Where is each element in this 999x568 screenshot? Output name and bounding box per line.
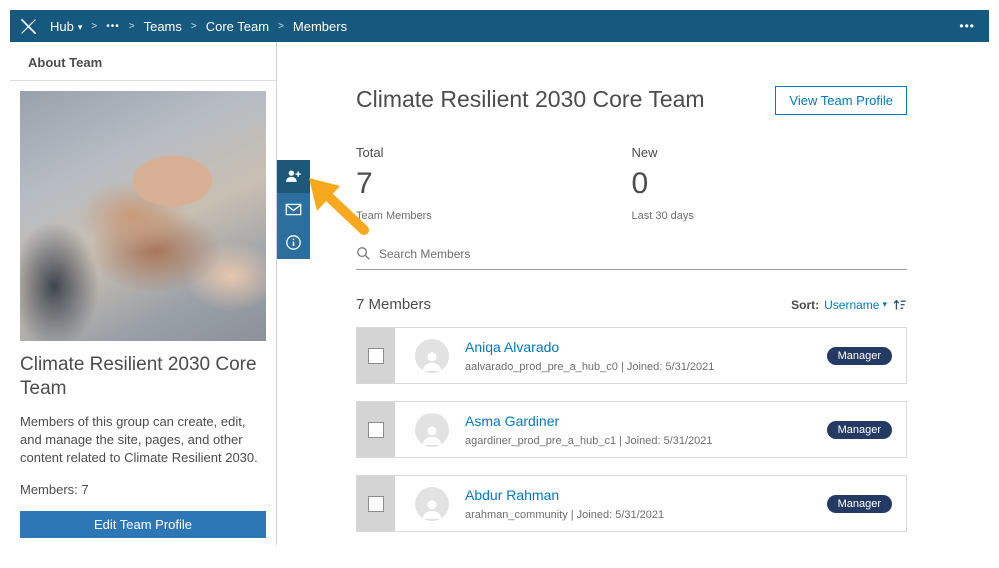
role-badge: Manager xyxy=(826,420,892,439)
x-logo[interactable] xyxy=(20,18,37,35)
breadcrumb-members-current: Members xyxy=(292,18,348,34)
sort-field-dropdown[interactable]: Username ▾ xyxy=(824,298,887,312)
member-list-header: 7 Members Sort: Username ▾ xyxy=(356,296,907,313)
sort-ascending-icon xyxy=(893,299,906,310)
stat-total: Total 7 Team Members xyxy=(356,145,632,222)
breadcrumb-collapsed-ellipsis[interactable]: ••• xyxy=(106,21,120,32)
stat-new-value: 0 xyxy=(631,167,649,200)
stat-new: New 0 Last 30 days xyxy=(632,145,908,222)
sidebar-team-title: Climate Resilient 2030 Core Team xyxy=(20,354,257,399)
search-icon xyxy=(357,247,370,260)
view-team-profile-button[interactable]: View Team Profile xyxy=(775,86,907,115)
overflow-menu-icon[interactable]: ••• xyxy=(959,19,975,33)
sort-field-value: Username xyxy=(824,297,880,312)
x-logo-icon xyxy=(21,18,36,34)
breadcrumb-separator: > xyxy=(190,20,197,32)
row-select-strip xyxy=(357,328,395,383)
sort-direction-button[interactable] xyxy=(892,297,907,312)
team-action-rail xyxy=(277,160,310,259)
role-badge: Manager xyxy=(826,346,892,365)
sidebar-members-count: Members: 7 xyxy=(20,481,89,497)
breadcrumb-separator: > xyxy=(91,20,98,32)
hub-app-window: Hub ▾ > ••• > Teams > Core Team > Member… xyxy=(10,10,989,545)
row-select-strip xyxy=(357,476,395,531)
about-team-sidebar: About Team Climate Resilient 2030 Core T… xyxy=(10,42,277,545)
sidebar-section-title: About Team xyxy=(28,55,103,70)
sort-control: Sort: Username ▾ xyxy=(791,297,907,312)
person-silhouette-icon xyxy=(422,425,442,445)
member-name-link[interactable]: Asma Gardiner xyxy=(465,413,559,429)
add-member-button[interactable] xyxy=(277,160,310,193)
avatar xyxy=(415,412,449,447)
chevron-down-icon: ▾ xyxy=(882,299,887,309)
sidebar-team-description: Members of this group can create, edit, … xyxy=(20,413,258,466)
breadcrumb-hub-label: Hub xyxy=(50,18,74,34)
member-info: Asma Gardiner agardiner_prod_pre_a_hub_c… xyxy=(465,413,713,447)
role-badge: Manager xyxy=(826,494,892,513)
stat-total-label: Total xyxy=(356,145,384,160)
member-row: Abdur Rahman arahman_community | Joined:… xyxy=(356,475,907,532)
member-info: Abdur Rahman arahman_community | Joined:… xyxy=(465,487,664,521)
person-silhouette-icon xyxy=(422,499,442,519)
title-row: Climate Resilient 2030 Core Team View Te… xyxy=(356,86,907,115)
breadcrumb-separator: > xyxy=(278,20,284,32)
page-body: About Team Climate Resilient 2030 Core T… xyxy=(10,42,989,545)
breadcrumb-separator: > xyxy=(128,20,135,32)
member-info: Aniqa Alvarado aalvarado_prod_pre_a_hub_… xyxy=(465,339,714,373)
stat-new-label: New xyxy=(631,145,658,160)
members-count: 7 Members xyxy=(356,296,432,313)
person-silhouette-icon xyxy=(422,351,442,371)
info-circle-icon xyxy=(286,235,301,250)
top-nav: Hub ▾ > ••• > Teams > Core Team > Member… xyxy=(10,10,989,42)
sort-label: Sort: xyxy=(791,297,820,312)
add-member-icon xyxy=(286,170,301,182)
envelope-icon xyxy=(285,203,302,216)
chevron-down-icon: ▾ xyxy=(77,21,83,32)
team-info-button[interactable] xyxy=(277,226,310,259)
email-members-button[interactable] xyxy=(277,193,310,226)
breadcrumb-core-team[interactable]: Core Team xyxy=(206,19,269,34)
member-name-link[interactable]: Abdur Rahman xyxy=(465,487,559,503)
avatar xyxy=(415,338,449,373)
stat-total-value: 7 xyxy=(356,167,373,200)
member-meta: arahman_community | Joined: 5/31/2021 xyxy=(465,508,665,521)
members-panel: Climate Resilient 2030 Core Team View Te… xyxy=(277,42,989,545)
row-checkbox[interactable] xyxy=(368,495,384,512)
row-checkbox[interactable] xyxy=(368,421,384,438)
member-stats: Total 7 Team Members New 0 Last 30 days xyxy=(356,145,907,222)
avatar xyxy=(415,486,449,521)
member-name-link[interactable]: Aniqa Alvarado xyxy=(465,339,559,355)
member-meta: agardiner_prod_pre_a_hub_c1 | Joined: 5/… xyxy=(465,434,713,447)
row-select-strip xyxy=(357,402,395,457)
stat-new-sublabel: Last 30 days xyxy=(631,210,694,222)
team-photo xyxy=(20,91,266,341)
row-checkbox[interactable] xyxy=(368,347,384,364)
member-row: Asma Gardiner agardiner_prod_pre_a_hub_c… xyxy=(356,401,907,458)
breadcrumb-teams[interactable]: Teams xyxy=(144,19,182,34)
edit-team-profile-button[interactable]: Edit Team Profile xyxy=(20,510,266,538)
breadcrumb-hub-menu[interactable]: Hub ▾ xyxy=(50,19,82,34)
search-members-input[interactable] xyxy=(379,246,907,261)
member-search xyxy=(356,246,907,270)
member-meta: aalvarado_prod_pre_a_hub_c0 | Joined: 5/… xyxy=(465,360,715,373)
stat-total-sublabel: Team Members xyxy=(356,210,432,222)
member-row: Aniqa Alvarado aalvarado_prod_pre_a_hub_… xyxy=(356,327,907,384)
sidebar-divider xyxy=(10,80,276,81)
page-title: Climate Resilient 2030 Core Team xyxy=(356,86,705,112)
